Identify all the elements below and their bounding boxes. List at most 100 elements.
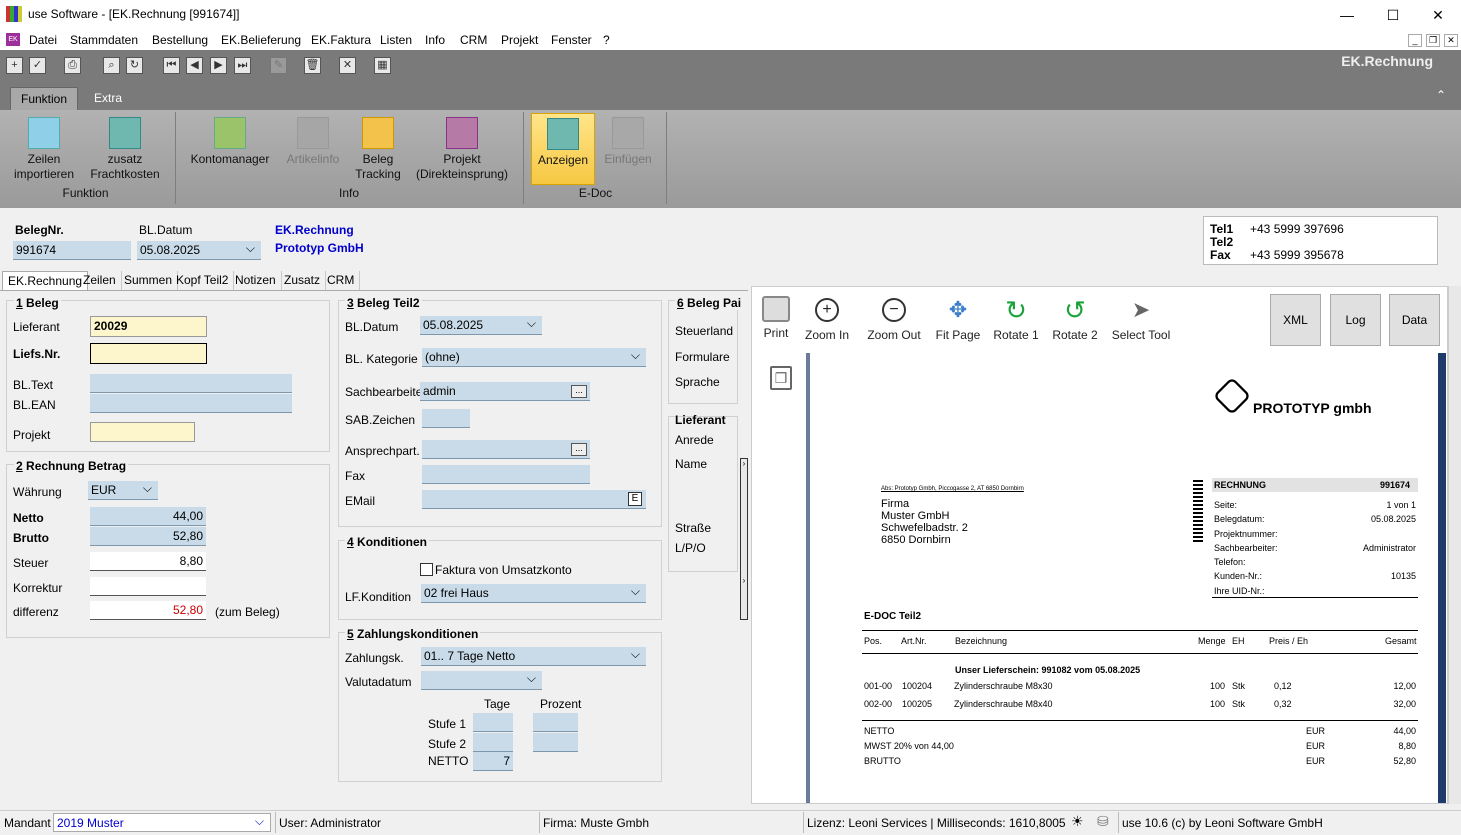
sachbearbeiter-field[interactable]: admin [420, 382, 590, 401]
splitter-handle[interactable]: › › [740, 458, 748, 620]
menu-crm[interactable]: CRM [460, 33, 487, 47]
table-top-rule [862, 630, 1418, 631]
s3-fax-field[interactable] [422, 465, 590, 484]
mdi-restore-icon[interactable]: ❐ [1426, 34, 1440, 47]
project-icon [446, 117, 478, 149]
mdi-minimize-icon[interactable]: _ [1408, 34, 1422, 47]
netto-field[interactable]: 44,00 [90, 507, 206, 526]
refresh-icon[interactable]: ↻ [126, 57, 143, 74]
email-button[interactable]: E [628, 492, 642, 506]
kontomanager-button[interactable]: Kontomanager [188, 113, 272, 167]
collapse-ribbon-icon[interactable]: ⌃ [1436, 88, 1446, 102]
menu-fenster[interactable]: Fenster [551, 33, 592, 47]
zoom-out-button[interactable]: − Zoom Out [865, 296, 923, 342]
brutto-field[interactable]: 52,80 [90, 527, 206, 546]
delete-icon[interactable]: 🗑 [304, 57, 321, 74]
netto-tage-field[interactable]: 7 [473, 752, 513, 771]
grid-icon[interactable]: ▦ [374, 57, 391, 74]
rotate2-button[interactable]: ↺ Rotate 2 [1052, 296, 1098, 342]
sun-icon[interactable]: ☀ [1071, 813, 1084, 830]
tab-ek-rechnung[interactable]: EK.Rechnung [2, 271, 89, 290]
sab-field[interactable] [422, 409, 470, 428]
tab-zusatz[interactable]: Zusatz [279, 271, 327, 290]
data-button[interactable]: Data [1389, 294, 1440, 346]
lieferant-section-title: Lieferant [675, 413, 726, 427]
search-icon[interactable]: ⌕ [103, 57, 120, 74]
ansprech-field[interactable] [422, 440, 590, 459]
lieferant-label: Lieferant [13, 320, 60, 334]
first-icon[interactable]: ⏮ [163, 57, 180, 74]
menu-help[interactable]: ? [603, 33, 610, 47]
section-beleg-teil2-title: 3 Beleg Teil2 [345, 296, 422, 310]
projekt-direkteinsprung-button[interactable]: Projekt (Direkteinsprung) [412, 113, 512, 182]
close-button[interactable]: ✕ [1415, 0, 1461, 30]
print-button[interactable]: Print [760, 296, 792, 340]
mandant-select[interactable]: 2019 Muster [53, 813, 271, 832]
tab-notizen[interactable]: Notizen [230, 271, 282, 290]
rotate1-button[interactable]: ↻ Rotate 1 [993, 296, 1039, 342]
lieferant-field[interactable]: 20029 [90, 316, 207, 337]
log-button[interactable]: Log [1330, 294, 1381, 346]
zahlungsk-select[interactable]: 01.. 7 Tage Netto [421, 647, 646, 666]
tab-extra[interactable]: Extra [84, 87, 132, 110]
anzeigen-button[interactable]: Anzeigen [531, 113, 595, 185]
beleg-tracking-button[interactable]: Beleg Tracking [352, 113, 404, 182]
belegnr-field[interactable]: 991674 [13, 241, 131, 260]
select-tool-button[interactable]: ➤ Select Tool [1110, 296, 1172, 342]
email-field[interactable] [422, 490, 646, 509]
faktura-checkbox[interactable] [420, 563, 433, 576]
valuta-select[interactable] [421, 671, 542, 690]
stufe2-prozent[interactable] [533, 733, 578, 752]
kategorie-select[interactable]: (ohne) [422, 348, 646, 367]
blean-field[interactable] [90, 394, 292, 413]
menu-stammdaten[interactable]: Stammdaten [70, 33, 138, 47]
stufe1-prozent[interactable] [533, 713, 578, 732]
mdi-close-icon[interactable]: ✕ [1444, 34, 1458, 47]
totals-rule [862, 720, 1418, 721]
insert-icon [612, 117, 644, 149]
tab-kopf-teil2[interactable]: Kopf Teil2 [171, 271, 235, 290]
viewer-scrollbar[interactable] [1448, 286, 1461, 804]
next-icon[interactable]: ▶ [210, 57, 227, 74]
menu-projekt[interactable]: Projekt [501, 33, 538, 47]
waehrung-select[interactable]: EUR [88, 481, 158, 500]
menu-bestellung[interactable]: Bestellung [152, 33, 208, 47]
menu-info[interactable]: Info [425, 33, 445, 47]
tab-crm[interactable]: CRM [322, 271, 361, 290]
recipient-address: Firma Muster GmbH Schwefelbadstr. 2 6850 Do… [881, 498, 968, 546]
maximize-button[interactable]: ☐ [1370, 0, 1416, 30]
tab-funktion[interactable]: Funktion [10, 87, 79, 110]
lfkond-select[interactable]: 02 frei Haus [421, 584, 646, 603]
projekt-field[interactable] [90, 422, 195, 442]
menu-ek-belieferung[interactable]: EK.Belieferung [221, 33, 301, 47]
stufe1-tage[interactable] [473, 713, 513, 732]
zusatz-frachtkosten-button[interactable]: zusatz Frachtkosten [88, 113, 162, 182]
liefsnr-field[interactable] [90, 343, 207, 364]
add-icon[interactable]: + [6, 57, 23, 74]
bldatum-field[interactable]: 05.08.2025 [137, 241, 261, 260]
menu-datei[interactable]: Datei [29, 33, 57, 47]
zoom-in-button[interactable]: + Zoom In [804, 296, 850, 342]
steuer-field[interactable]: 8,80 [90, 552, 206, 571]
sachbearbeiter-lookup-icon[interactable]: ... [571, 385, 587, 398]
zeilen-importieren-button[interactable]: Zeilen importieren [8, 113, 80, 182]
prev-icon[interactable]: ◀ [186, 57, 203, 74]
fit-page-button[interactable]: ✥ Fit Page [935, 296, 981, 342]
check-icon[interactable]: ✓ [29, 57, 46, 74]
ansprech-lookup-icon[interactable]: ... [571, 443, 587, 456]
korrektur-field[interactable] [90, 577, 206, 596]
stufe2-tage[interactable] [473, 733, 513, 752]
tab-summen[interactable]: Summen [119, 271, 179, 290]
cancel-icon[interactable]: ✕ [339, 57, 356, 74]
bltext-field[interactable] [90, 374, 292, 393]
menu-ek-faktura[interactable]: EK.Faktura [311, 33, 371, 47]
menu-listen[interactable]: Listen [380, 33, 412, 47]
xml-button[interactable]: XML [1270, 294, 1321, 346]
last-icon[interactable]: ⏭ [234, 57, 251, 74]
s3-bldatum-field[interactable]: 05.08.2025 [420, 316, 542, 335]
minimize-button[interactable]: — [1324, 0, 1370, 30]
pages-icon[interactable]: ❐ [770, 366, 792, 390]
tab-zeilen[interactable]: Zeilen [78, 271, 122, 290]
printer-icon[interactable]: ⎙ [64, 57, 81, 74]
connection-icon[interactable]: ⛁ [1097, 813, 1109, 830]
